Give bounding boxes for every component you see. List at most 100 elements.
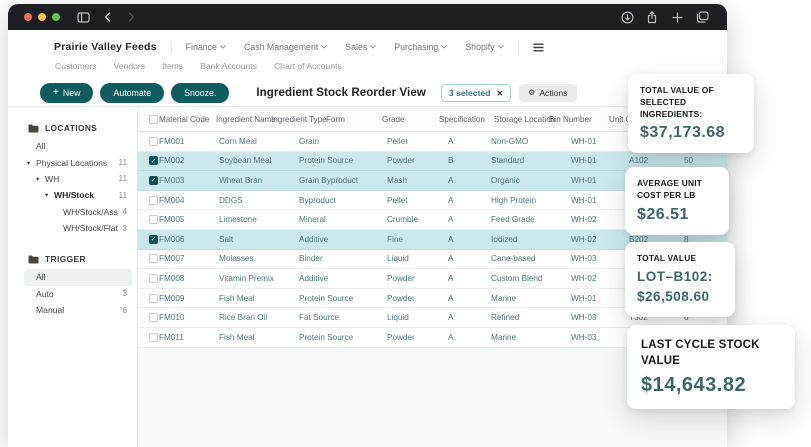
chevron-down-icon	[498, 45, 504, 49]
cell-specification: Custom Blend	[491, 274, 571, 283]
minimize-window-icon[interactable]	[38, 13, 46, 21]
card-last-cycle-stock-value: LAST CYCLE STOCK VALUE $14,643.82	[627, 325, 795, 409]
sidebar-item-label: WH/Stock/Asse...	[63, 207, 118, 217]
row-checkbox[interactable]	[149, 313, 158, 322]
close-window-icon[interactable]	[24, 13, 32, 21]
cell-ingredient-type: Additive	[299, 235, 387, 244]
sidebar-item[interactable]: ▾ WH 11	[8, 171, 137, 187]
nav-menu-item[interactable]: Sales	[345, 42, 376, 52]
cell-ingredient-type: Grain Byproduct	[299, 176, 387, 185]
cell-form: Liquid	[387, 254, 448, 263]
hamburger-menu-icon[interactable]	[533, 43, 544, 52]
card-average-unit-cost: AVERAGE UNIT COST PER LB $26.51	[625, 167, 729, 235]
chevron-down-icon	[441, 45, 447, 49]
forward-icon[interactable]	[122, 8, 140, 26]
cell-ingredient-name: Corn Meal	[219, 137, 299, 146]
row-checkbox[interactable]	[149, 137, 158, 146]
cell-form: Powder	[387, 294, 448, 303]
sidebar-item-label: WH/Stock/Flat P...	[63, 223, 118, 233]
window-titlebar	[8, 4, 727, 30]
row-checkbox[interactable]	[149, 254, 158, 263]
new-button[interactable]: + New	[40, 83, 93, 103]
view-toolbar: + New Automate Snooze. Ingredient Stock …	[8, 80, 727, 107]
nav-tab[interactable]: Bank Accounts	[200, 61, 257, 71]
column-header[interactable]: Storage Location	[494, 115, 549, 124]
sidebar-item[interactable]: ▾ WH/Stock 11	[8, 187, 137, 203]
sidebar-item[interactable]: WH/Stock/Flat P... 3	[8, 220, 137, 236]
nav-menu-item[interactable]: Shopify	[465, 42, 503, 52]
share-icon[interactable]	[643, 8, 661, 26]
cell-storage-location: WH-01	[571, 137, 629, 146]
brand-name: Prairie Valley Feeds	[54, 41, 157, 53]
actions-button[interactable]: ⚙ Actions	[519, 84, 576, 102]
nav-tab[interactable]: Customers	[55, 61, 97, 71]
cell-form: Mash	[387, 176, 448, 185]
cell-ingredient-type: Protein Source	[299, 294, 387, 303]
cell-grade: A	[448, 196, 491, 205]
cell-form: Pellet	[387, 137, 448, 146]
tab-overview-icon[interactable]	[693, 8, 711, 26]
nav-menu-item[interactable]: Finance	[186, 42, 226, 52]
cell-unit-cost: 50	[684, 156, 727, 165]
column-header[interactable]: Grade	[382, 115, 439, 124]
card-total-value-lot: TOTAL VALUE LOT–B102:$26,508.60	[625, 242, 735, 317]
nav-menu-item[interactable]: Purchasing	[394, 42, 447, 52]
cell-ingredient-type: Fat Source	[299, 313, 387, 322]
row-checkbox[interactable]: ✓	[149, 176, 158, 185]
sidebar-item[interactable]: All	[24, 269, 132, 285]
row-checkbox[interactable]	[149, 294, 158, 303]
snooze-button[interactable]: Snooze.	[171, 83, 229, 103]
row-checkbox[interactable]	[149, 215, 158, 224]
sidebar-item[interactable]: Manual 8	[8, 302, 137, 318]
column-header[interactable]: Material Code	[159, 115, 216, 124]
summary-card-value: $26.51	[637, 206, 717, 224]
row-checkbox[interactable]	[149, 274, 158, 283]
clear-selection-icon[interactable]: ✕	[496, 89, 503, 98]
cell-grade: A	[448, 333, 491, 342]
cell-ingredient-name: DDGS	[219, 196, 299, 205]
summary-card-label: TOTAL VALUE	[637, 253, 723, 265]
row-checkbox[interactable]: ✓	[149, 235, 158, 244]
divider	[518, 41, 519, 54]
app-window: Prairie Valley Feeds Finance Cash Manage…	[8, 4, 727, 447]
sidebar-toggle-icon[interactable]	[74, 8, 92, 26]
cell-storage-location: WH-01	[571, 294, 629, 303]
row-checkbox[interactable]: ✓	[149, 156, 158, 165]
cell-form: Liquid	[387, 313, 448, 322]
caret-down-icon: ▾	[45, 191, 54, 199]
sidebar-item[interactable]: Auto 3	[8, 286, 137, 302]
maximize-window-icon[interactable]	[52, 13, 60, 21]
column-header[interactable]: Specification	[439, 115, 494, 124]
cell-specification: Refined	[491, 313, 571, 322]
back-icon[interactable]	[98, 8, 116, 26]
sidebar-item-label: All	[36, 272, 118, 282]
new-tab-icon[interactable]	[668, 8, 686, 26]
automate-button[interactable]: Automate	[100, 83, 164, 103]
sidebar-item[interactable]: All	[8, 138, 137, 154]
sidebar-item-count: 11	[119, 158, 128, 167]
cell-ingredient-type: Mineral	[299, 215, 387, 224]
column-header[interactable]: Ingredient Name	[216, 115, 271, 124]
cell-form: Fine	[387, 235, 448, 244]
selected-count-badge[interactable]: 3 selected ✕	[441, 84, 511, 102]
column-header[interactable]: Ingredient Type	[271, 115, 326, 124]
row-checkbox[interactable]	[149, 333, 158, 342]
folder-icon	[28, 255, 39, 264]
cell-grade: B	[448, 156, 491, 165]
column-header[interactable]: Bin Number	[549, 115, 609, 124]
cell-storage-location: WH-01	[571, 156, 629, 165]
sidebar-item[interactable]: WH/Stock/Asse... 4	[8, 204, 137, 220]
row-checkbox[interactable]	[149, 196, 158, 205]
nav-tab[interactable]: Vendors	[114, 61, 146, 71]
cell-form: Powder	[387, 274, 448, 283]
nav-tab[interactable]: Items	[162, 61, 183, 71]
nav-menu-item[interactable]: Cash Management	[244, 42, 327, 52]
select-all-checkbox[interactable]	[149, 115, 158, 124]
download-icon[interactable]	[618, 8, 636, 26]
column-header[interactable]: Form	[326, 115, 382, 124]
locations-header: LOCATIONS	[8, 119, 137, 138]
cell-material-code: FM004	[159, 196, 219, 205]
sidebar-item[interactable]: ▾ Physical Locations 11	[8, 154, 137, 170]
chevron-down-icon	[220, 45, 226, 49]
nav-tab[interactable]: Chart of Accounts	[274, 61, 342, 71]
